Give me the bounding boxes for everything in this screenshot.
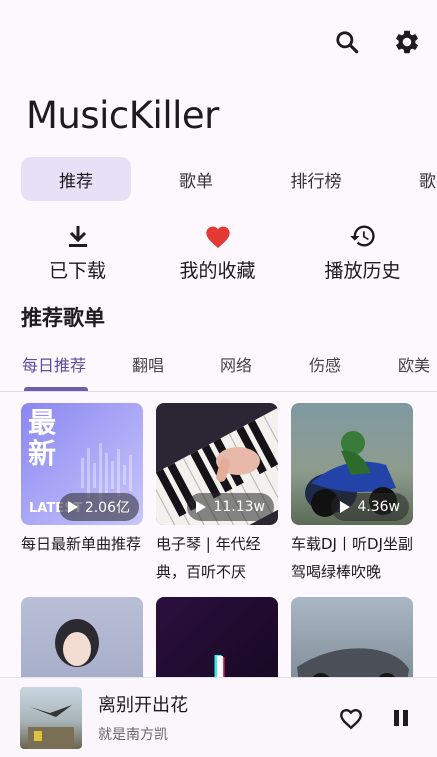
history-icon (349, 220, 377, 252)
subtab-sad[interactable]: 伤感 (309, 352, 341, 376)
gear-icon[interactable] (391, 26, 423, 58)
playlist-cover: 4.36w (291, 403, 413, 525)
player-artist: 就是南方凯 (98, 727, 168, 743)
tab-playlists[interactable]: 歌单 (141, 157, 251, 201)
category-tabs: 推荐 歌单 排行榜 歌手 (21, 157, 437, 201)
playlist-card[interactable]: 最新 LATEST 2.06亿 每日最新单曲推荐 (21, 403, 143, 558)
subtab-network[interactable]: 网络 (220, 352, 252, 376)
favorites-button[interactable]: 我的收藏 (145, 220, 290, 283)
play-icon (67, 501, 78, 513)
app-title: MusicKiller (26, 94, 219, 137)
playlist-title: 车载DJ丨听DJ坐副驾喝绿棒吹晚 (291, 535, 413, 581)
subtab-daily[interactable]: 每日推荐 (22, 352, 86, 376)
tab-artists[interactable]: 歌手 (381, 157, 437, 201)
quick-actions: 已下载 我的收藏 播放历史 (0, 220, 437, 283)
downloaded-button[interactable]: 已下载 (5, 220, 150, 283)
play-count: 2.06亿 (84, 500, 130, 516)
subtab-cover[interactable]: 翻唱 (132, 352, 164, 376)
play-count-badge: 2.06亿 (58, 493, 139, 521)
play-count: 4.36w (357, 499, 400, 515)
section-title: 推荐歌单 (21, 306, 105, 330)
play-count-badge: 11.13w (187, 493, 274, 521)
player-cover (20, 686, 82, 749)
mini-player[interactable]: 离别开出花 就是南方凯 (0, 677, 437, 757)
heart-icon (204, 220, 232, 252)
heart-outline-icon[interactable] (335, 702, 367, 734)
play-count-badge: 4.36w (331, 493, 409, 521)
play-count: 11.13w (213, 499, 265, 515)
download-icon (67, 220, 89, 252)
album-art (28, 704, 74, 749)
player-info: 离别开出花 就是南方凯 (98, 691, 335, 744)
play-icon (196, 501, 207, 513)
favorites-label: 我的收藏 (179, 260, 256, 282)
play-icon (340, 501, 351, 513)
cover-text: 最新 (28, 406, 57, 470)
downloaded-label: 已下载 (48, 260, 106, 282)
search-icon[interactable] (331, 26, 363, 58)
playlist-subtabs: 每日推荐 翻唱 网络 伤感 欧美 (0, 350, 437, 392)
tab-recommend[interactable]: 推荐 (21, 157, 131, 201)
playlist-cover: 最新 LATEST 2.06亿 (21, 403, 143, 525)
subtab-indicator (24, 387, 88, 391)
playlist-cover: 11.13w (156, 403, 278, 525)
playlist-title: 电子琴 | 年代经典，百听不厌 (156, 535, 261, 581)
subtab-western[interactable]: 欧美 (398, 352, 430, 376)
top-bar (331, 26, 423, 58)
player-actions (335, 702, 417, 734)
playlist-card[interactable]: 11.13w 电子琴 | 年代经典，百听不厌 (156, 403, 278, 586)
playlist-title: 每日最新单曲推荐 (21, 535, 142, 553)
history-button[interactable]: 播放历史 (290, 220, 435, 283)
pause-icon[interactable] (385, 702, 417, 734)
tab-charts[interactable]: 排行榜 (261, 157, 371, 201)
playlist-card[interactable]: 4.36w 车载DJ丨听DJ坐副驾喝绿棒吹晚 (291, 403, 413, 586)
history-label: 播放历史 (324, 260, 401, 282)
player-song-title: 离别开出花 (98, 695, 188, 716)
